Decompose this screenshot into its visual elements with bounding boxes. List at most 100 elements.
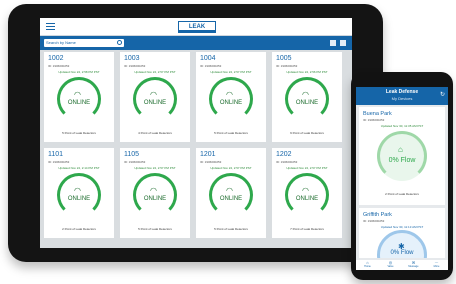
tablet-device: LEAK Search by Name 1002 ID: 1906000253 …: [8, 4, 383, 262]
grid-view-icon[interactable]: [340, 40, 346, 46]
phone-device: Leak Defense My Devices ↻ Buena Park ID:…: [351, 72, 453, 280]
device-id: ID: 1906000253: [48, 64, 70, 68]
device-title: Buena Park: [363, 111, 392, 117]
wifi-icon: ◠: [150, 90, 157, 99]
device-id: ID: 1906000253: [200, 160, 222, 164]
detector-count: 4 Point of Leak Detectors: [138, 131, 172, 135]
device-card[interactable]: 1202 ID: 1906000253 Updated Nov 24, 2:57…: [272, 148, 342, 238]
app-header: LEAK: [40, 18, 352, 36]
device-title: 1201: [200, 151, 216, 158]
device-card[interactable]: 1105 ID: 1906000253 Updated Nov 24, 2:57…: [120, 148, 190, 238]
device-card[interactable]: 1002 ID: 1906000253 Updated Nov 24, 2:58…: [44, 52, 114, 142]
nav-valve[interactable]: ◎ Valve: [379, 260, 402, 270]
device-card[interactable]: Griffith Park ID: 1906000253 Updated Nov…: [359, 208, 445, 258]
wifi-icon: ◠: [74, 186, 81, 195]
status-label: ONLINE: [219, 100, 243, 106]
page-subtitle: My Devices: [391, 96, 413, 101]
device-title: 1004: [200, 55, 216, 62]
wifi-icon: ◠: [226, 186, 233, 195]
detector-count: 9 Point of Leak Detectors: [290, 131, 324, 135]
updated-time: Updated Nov 24, 2:58 PM PST: [58, 70, 100, 74]
detector-count: 7 Point of Leak Detectors: [290, 227, 324, 231]
device-id: ID: 1906000253: [276, 160, 298, 164]
device-title: 1105: [124, 151, 140, 158]
detector-count: 5 Point of Leak Detectors: [62, 131, 96, 135]
status-gauge: [57, 77, 101, 121]
status-gauge: [209, 77, 253, 121]
device-card[interactable]: 1101 ID: 1906000253 Updated Nov 24, 2:14…: [44, 148, 114, 238]
device-title: 1202: [276, 151, 292, 158]
phone-header: Leak Defense My Devices ↻: [356, 87, 448, 105]
tablet-screen: LEAK Search by Name 1002 ID: 1906000253 …: [40, 18, 352, 248]
wifi-icon: ◠: [150, 186, 157, 195]
detector-count: 5 Point of Leak Detectors: [214, 131, 248, 135]
search-input[interactable]: Search by Name: [44, 39, 124, 47]
updated-time: Updated Nov 24, 2:57 PM PST: [286, 166, 328, 170]
status-label: ONLINE: [295, 196, 319, 202]
leak-logo: LEAK: [178, 21, 216, 33]
device-card[interactable]: 1201 ID: 1906000253 Updated Nov 24, 2:57…: [196, 148, 266, 238]
nav-home[interactable]: ⌂ Home: [356, 260, 379, 270]
status-label: ONLINE: [67, 100, 91, 106]
detector-count: 2 Point of Leak Detectors: [62, 227, 96, 231]
status-gauge: [133, 77, 177, 121]
device-id: ID: 1906000253: [363, 219, 385, 223]
device-id: ID: 1906000253: [124, 64, 146, 68]
nav-label: Valve: [387, 265, 394, 268]
search-toolbar: Search by Name: [40, 36, 352, 50]
status-label: ONLINE: [295, 100, 319, 106]
device-title: 1003: [124, 55, 140, 62]
device-title: 1005: [276, 55, 292, 62]
detector-count: 5 Point of Leak Detectors: [214, 227, 248, 231]
nav-label: Message: [408, 265, 419, 268]
drop-icon: ⌂: [398, 145, 403, 154]
nav-more[interactable]: ⋯ More: [425, 260, 448, 270]
updated-time: Updated Nov 24, 2:57 PM PST: [210, 166, 252, 170]
nav-message[interactable]: ✉ Message: [402, 260, 425, 270]
device-card[interactable]: 1003 ID: 1906000253 Updated Nov 24, 2:57…: [120, 52, 190, 142]
search-placeholder: Search by Name: [46, 40, 76, 45]
device-id: ID: 1906000253: [124, 160, 146, 164]
device-card[interactable]: 1005 ID: 1906000253 Updated Nov 24, 2:56…: [272, 52, 342, 142]
status-gauge: [285, 77, 329, 121]
detector-count: 2 Point of Leak Detectors: [385, 192, 419, 196]
status-label: ONLINE: [219, 196, 243, 202]
status-gauge: [133, 173, 177, 217]
search-icon[interactable]: [117, 40, 122, 45]
updated-time: Updated Nov 24, 2:56 PM PST: [286, 70, 328, 74]
updated-time: Updated Nov 30, 11:35 AM PST: [380, 124, 424, 128]
updated-time: Updated Nov 24, 2:14 PM PST: [58, 166, 100, 170]
refresh-icon[interactable]: ↻: [440, 91, 445, 98]
status-gauge: [285, 173, 329, 217]
status-label: ONLINE: [143, 196, 167, 202]
bottom-nav: ⌂ Home ◎ Valve ✉ Message ⋯ More: [356, 260, 448, 270]
updated-time: Updated Nov 24, 2:57 PM PST: [210, 70, 252, 74]
detector-count: 5 Point of Leak Detectors: [138, 227, 172, 231]
device-id: ID: 1906000253: [363, 118, 385, 122]
wifi-icon: ◠: [74, 90, 81, 99]
status-label: ONLINE: [143, 100, 167, 106]
device-card[interactable]: Buena Park ID: 1906000253 Updated Nov 30…: [359, 107, 445, 205]
device-title: 1002: [48, 55, 64, 62]
updated-time: Updated Nov 24, 2:57 PM PST: [134, 166, 176, 170]
menu-icon[interactable]: [46, 23, 55, 30]
updated-time: Updated Nov 24, 2:57 PM PST: [134, 70, 176, 74]
flow-gauge: [377, 131, 427, 181]
list-view-icon[interactable]: [330, 40, 336, 46]
nav-label: Home: [364, 265, 371, 268]
logo-bar: [179, 30, 215, 32]
device-id: ID: 1906000253: [276, 64, 298, 68]
flow-label: 0% Flow: [388, 157, 416, 164]
wifi-icon: ◠: [226, 90, 233, 99]
status-gauge: [209, 173, 253, 217]
wifi-icon: ◠: [302, 186, 309, 195]
wifi-icon: ◠: [302, 90, 309, 99]
device-title: Griffith Park: [363, 212, 392, 218]
device-id: ID: 1906000253: [200, 64, 222, 68]
device-id: ID: 1906000253: [48, 160, 70, 164]
device-card[interactable]: 1004 ID: 1906000253 Updated Nov 24, 2:57…: [196, 52, 266, 142]
flow-label: 0% Flow: [390, 250, 414, 256]
device-title: 1101: [48, 151, 64, 158]
updated-time: Updated Nov 30, 11:13 AM PST: [380, 225, 424, 229]
phone-screen: Leak Defense My Devices ↻ Buena Park ID:…: [356, 87, 448, 270]
